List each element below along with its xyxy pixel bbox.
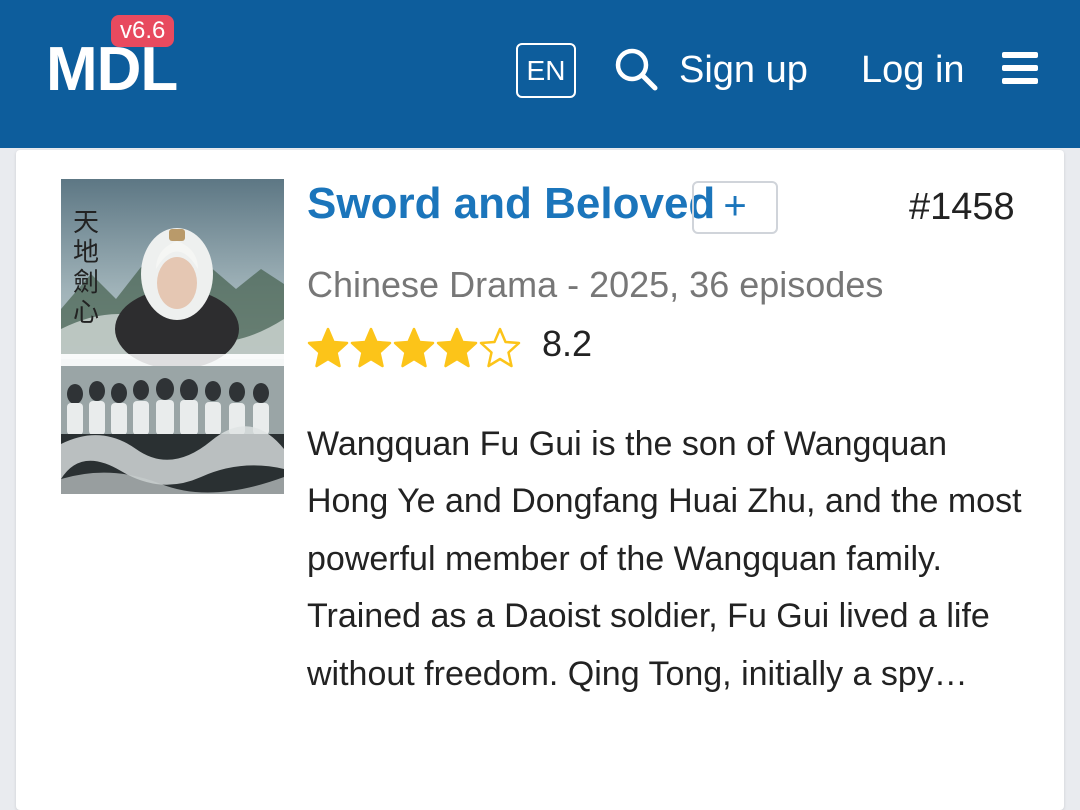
add-to-list-button[interactable]: + bbox=[692, 181, 778, 234]
drama-subtitle: Chinese Drama - 2025, 36 episodes bbox=[307, 264, 884, 305]
drama-poster[interactable]: 天地劍心 bbox=[61, 179, 284, 494]
drama-title[interactable]: Sword and Beloved bbox=[307, 178, 715, 230]
site-logo[interactable]: MDL bbox=[46, 38, 178, 102]
top-navbar: MDL v6.6 EN Sign up Log in bbox=[0, 0, 1080, 148]
version-badge: v6.6 bbox=[111, 15, 175, 47]
drama-rank: #1458 bbox=[909, 186, 1015, 228]
hamburger-menu-icon[interactable] bbox=[1002, 52, 1038, 86]
svg-text:天地劍心: 天地劍心 bbox=[73, 208, 99, 328]
search-icon[interactable] bbox=[614, 47, 658, 91]
drama-card: 天地劍心 Sword and Beloved + #1458 Chinese D… bbox=[16, 150, 1064, 810]
drama-synopsis: Wangquan Fu Gui is the son of Wangquan H… bbox=[307, 425, 1022, 693]
login-link[interactable]: Log in bbox=[861, 48, 965, 92]
star-filled-icon bbox=[393, 327, 435, 368]
signup-link[interactable]: Sign up bbox=[679, 48, 808, 92]
star-filled-icon bbox=[307, 327, 349, 368]
rating-value: 8.2 bbox=[542, 323, 593, 364]
star-filled-icon bbox=[436, 327, 478, 368]
star-empty-icon bbox=[479, 327, 521, 368]
star-filled-icon bbox=[350, 327, 392, 368]
language-button[interactable]: EN bbox=[516, 43, 576, 98]
rating-stars bbox=[307, 327, 522, 369]
